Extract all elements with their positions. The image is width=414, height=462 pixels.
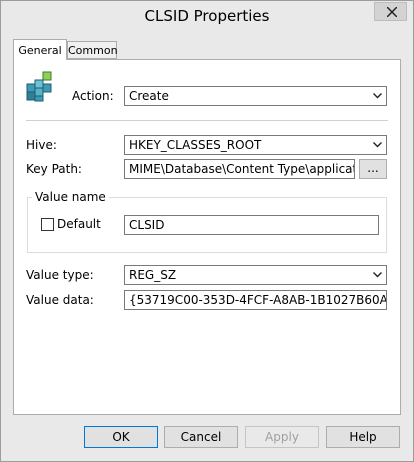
value-type-label: Value type: (26, 268, 94, 282)
value-name-value: CLSID (129, 218, 165, 232)
hive-label: Hive: (26, 138, 57, 152)
cancel-button[interactable]: Cancel (164, 426, 238, 448)
ok-button[interactable]: OK (84, 426, 158, 448)
key-path-label: Key Path: (26, 162, 82, 176)
close-icon (387, 7, 397, 17)
value-data-input[interactable]: {53719C00-353D-4FCF-A8AB-1B1027B60A49} (124, 290, 387, 310)
value-data-value: {53719C00-353D-4FCF-A8AB-1B1027B60A49} (129, 293, 387, 307)
chevron-down-icon (373, 272, 382, 278)
browse-key-button[interactable]: ... (359, 159, 387, 179)
tab-general[interactable]: General (13, 39, 67, 60)
window-title: CLSID Properties (144, 7, 270, 25)
default-checkbox-label: Default (57, 217, 101, 231)
hive-value: HKEY_CLASSES_ROOT (129, 138, 262, 152)
chevron-down-icon (373, 93, 382, 99)
key-path-input[interactable]: MIME\Database\Content Type\application/p… (124, 159, 355, 179)
key-path-value: MIME\Database\Content Type\application/p… (129, 162, 354, 176)
value-type-dropdown[interactable]: REG_SZ (124, 265, 387, 285)
separator (26, 120, 388, 121)
title-bar[interactable]: CLSID Properties (1, 1, 413, 31)
tab-common[interactable]: Common (67, 41, 118, 59)
dialog-window: CLSID Properties General Common Action: … (0, 0, 414, 462)
action-label: Action: (72, 89, 114, 103)
value-data-label: Value data: (26, 293, 94, 307)
help-button[interactable]: Help (326, 426, 400, 448)
hive-dropdown[interactable]: HKEY_CLASSES_ROOT (124, 135, 387, 155)
value-type-value: REG_SZ (129, 268, 177, 282)
chevron-down-icon (373, 142, 382, 148)
action-value: Create (129, 89, 169, 103)
registry-cubes-icon (26, 71, 52, 102)
apply-button[interactable]: Apply (245, 426, 319, 448)
value-name-group-label: Value name (32, 190, 109, 204)
close-button[interactable] (374, 2, 407, 21)
general-tab-panel: Action: Create Hive: HKEY_CLASSES_ROOT K… (13, 59, 401, 415)
value-name-input[interactable]: CLSID (124, 215, 379, 235)
default-checkbox[interactable] (41, 218, 54, 231)
action-dropdown[interactable]: Create (124, 86, 387, 106)
